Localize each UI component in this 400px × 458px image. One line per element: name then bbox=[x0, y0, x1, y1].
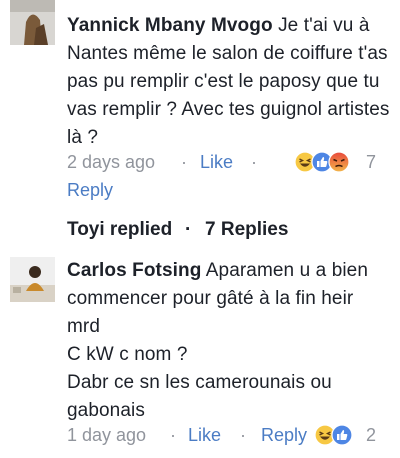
separator: · bbox=[170, 425, 176, 445]
comment-timestamp: 1 day ago bbox=[67, 425, 147, 445]
separator: · bbox=[185, 219, 192, 240]
avatar-photo bbox=[10, 0, 55, 45]
reaction-count[interactable]: 7 bbox=[366, 149, 376, 175]
view-replies-link[interactable]: 7 Replies bbox=[205, 216, 288, 244]
comment-actions: 1 day ago · Like · Reply 2 bbox=[67, 422, 394, 448]
comment-author[interactable]: Carlos Fotsing bbox=[67, 260, 201, 281]
comment-timestamp: 2 days ago bbox=[67, 152, 156, 172]
separator: · bbox=[240, 425, 246, 445]
reply-button[interactable]: Reply bbox=[67, 177, 113, 203]
separator: · bbox=[251, 152, 257, 172]
separator: · bbox=[181, 152, 187, 172]
comment-body: Yannick Mbany Mvogo Je t'ai vu à Nantes … bbox=[67, 12, 394, 152]
comment-text-line: commencer pour gâté à la fin heir bbox=[67, 288, 354, 309]
comment-text-line: C kW c nom ? bbox=[67, 344, 188, 365]
comment-text-line: gabonais bbox=[67, 400, 145, 421]
comment-author[interactable]: Yannick Mbany Mvogo bbox=[67, 15, 273, 36]
avatar-photo bbox=[10, 257, 55, 302]
comment-actions: 2 days ago · Like · 7 bbox=[67, 149, 394, 175]
comment-text-line: Dabr ce sn les camerounais ou bbox=[67, 372, 332, 393]
like-icon bbox=[331, 424, 353, 446]
avatar[interactable] bbox=[10, 257, 55, 302]
comment-text-line: Aparamen u a bien bbox=[205, 260, 369, 281]
avatar[interactable] bbox=[10, 0, 55, 45]
comment-text-line: mrd bbox=[67, 316, 101, 337]
comment-actions-row2: Reply bbox=[67, 177, 394, 203]
like-button[interactable]: Like bbox=[200, 149, 233, 175]
replied-by-label[interactable]: Toyi replied bbox=[67, 216, 172, 244]
reply-button[interactable]: Reply bbox=[261, 422, 307, 448]
angry-icon bbox=[328, 151, 350, 173]
comment-body: Carlos Fotsing Aparamen u a bien commenc… bbox=[67, 257, 394, 425]
like-button[interactable]: Like bbox=[188, 422, 221, 448]
reactions-summary[interactable] bbox=[294, 151, 366, 173]
reaction-count[interactable]: 2 bbox=[366, 422, 376, 448]
